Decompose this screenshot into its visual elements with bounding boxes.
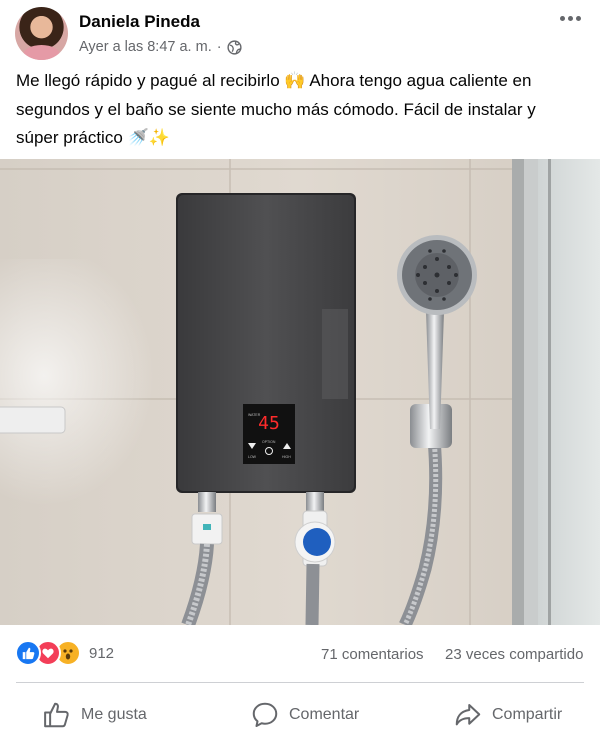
share-label: Compartir bbox=[492, 706, 563, 723]
like-icon bbox=[15, 640, 41, 666]
share-arrow-icon bbox=[453, 700, 483, 730]
post-header: Daniela Pineda Ayer a las 8:47 a. m. · bbox=[0, 0, 600, 66]
author-avatar[interactable] bbox=[15, 7, 68, 60]
post-actions: Me gusta Comentar Compartir bbox=[0, 690, 600, 742]
actions-divider bbox=[16, 682, 584, 683]
author-name[interactable]: Daniela Pineda bbox=[79, 12, 200, 32]
more-options-icon[interactable] bbox=[558, 9, 582, 27]
post-timestamp[interactable]: Ayer a las 8:47 a. m. bbox=[79, 39, 212, 55]
shares-count-link[interactable]: 23 veces compartido bbox=[445, 646, 583, 663]
reactions-summary[interactable]: 912 bbox=[15, 638, 114, 668]
panel-label-water: WATER bbox=[248, 413, 261, 417]
panel-label-option: OPTION bbox=[262, 440, 276, 444]
facebook-post: Daniela Pineda Ayer a las 8:47 a. m. · M… bbox=[0, 0, 600, 750]
thumbs-up-icon bbox=[42, 700, 72, 730]
globe-icon[interactable] bbox=[226, 39, 242, 55]
comment-label: Comentar bbox=[289, 706, 360, 723]
comment-bubble-icon bbox=[250, 700, 280, 730]
post-meta: Ayer a las 8:47 a. m. · bbox=[79, 39, 242, 55]
panel-label-low: LOW bbox=[248, 455, 257, 459]
like-button[interactable]: Me gusta bbox=[42, 698, 147, 732]
reaction-count: 912 bbox=[89, 644, 115, 662]
panel-label-high: HIGH bbox=[282, 455, 291, 459]
like-label: Me gusta bbox=[81, 706, 147, 723]
comments-count-link[interactable]: 71 comentarios bbox=[321, 646, 424, 663]
share-button[interactable]: Compartir bbox=[453, 698, 562, 732]
display-readout: 45 bbox=[258, 413, 280, 434]
comment-button[interactable]: Comentar bbox=[250, 698, 359, 732]
meta-separator: · bbox=[216, 39, 222, 55]
post-stats: 912 71 comentarios 23 veces compartido bbox=[0, 634, 600, 674]
post-photo[interactable]: 45 WATER OPTION LOW HIGH bbox=[0, 159, 600, 625]
post-text: Me llegó rápido y pagué al recibirlo 🙌 A… bbox=[16, 71, 536, 147]
